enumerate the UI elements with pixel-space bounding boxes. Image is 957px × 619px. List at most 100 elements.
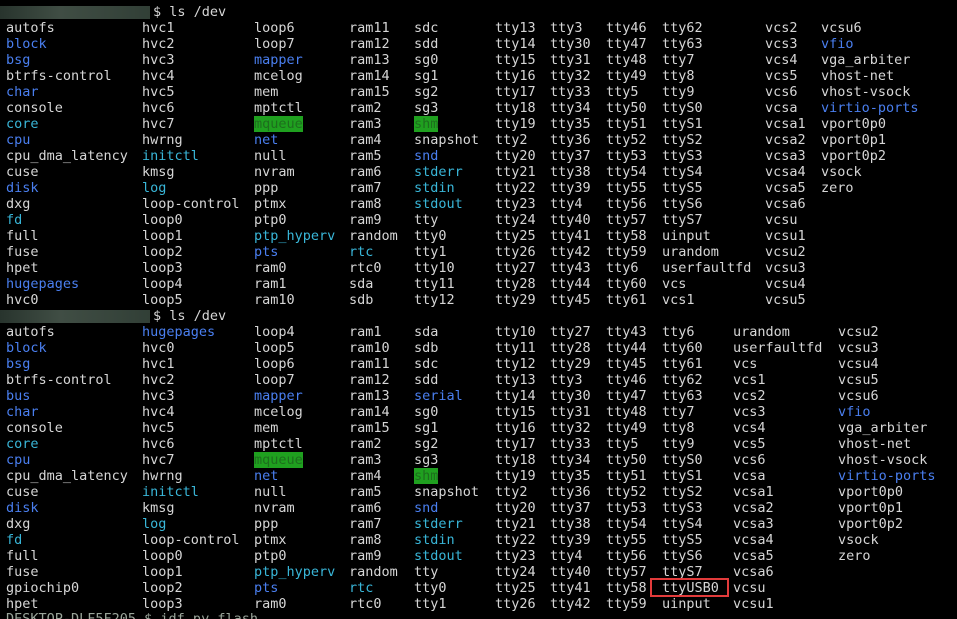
- dev-entry: dxg: [6, 196, 31, 212]
- dev-entry: rtc: [349, 580, 374, 596]
- dev-entry: ttyS3: [662, 148, 703, 164]
- dev-entry: vcsu3: [838, 340, 879, 356]
- dev-entry: tty18: [495, 100, 536, 116]
- dev-entry: tty29: [495, 292, 536, 308]
- dev-entry: tty2: [495, 132, 528, 148]
- dev-entry: serial: [414, 388, 463, 404]
- dev-entry: ram5: [349, 148, 382, 164]
- dev-entry: fd: [6, 532, 23, 548]
- dev-entry: tty56: [606, 548, 647, 564]
- dev-entry: ram9: [349, 548, 382, 564]
- dev-entry: tty51: [606, 116, 647, 132]
- dev-entry: loop3: [142, 260, 183, 276]
- dev-entry: stdout: [414, 548, 463, 564]
- dev-entry: ram10: [349, 340, 390, 356]
- dev-entry: tty15: [495, 404, 536, 420]
- dev-entry: vsock: [821, 164, 862, 180]
- dev-entry: vport0p2: [838, 516, 904, 532]
- dev-entry: ram6: [349, 500, 382, 516]
- dev-entry: ram11: [349, 356, 390, 372]
- dev-entry: log: [142, 180, 167, 196]
- dev-entry: tty17: [495, 436, 536, 452]
- dev-entry: vcsa5: [765, 180, 806, 196]
- dev-entry: tty34: [550, 100, 591, 116]
- dev-entry: vcsa5: [733, 548, 774, 564]
- prompt-command: DESKTOP-DLF5F205 $ idf.py flash: [6, 611, 258, 619]
- listing-row: cuse kmsg nvram ram6 stderr tty21 tty38 tty54 tt…: [0, 164, 957, 180]
- dev-entry: ram1: [349, 324, 382, 340]
- dev-entry: tty30: [550, 36, 591, 52]
- dev-entry: pts: [254, 580, 279, 596]
- dev-entry: nvram: [254, 164, 295, 180]
- dev-entry: vhost-vsock: [838, 452, 928, 468]
- dev-entry: loop2: [142, 244, 183, 260]
- dev-entry: tty27: [550, 324, 591, 340]
- listing-row: block hvc0 loop5 ram10 sdb tty11 tty28 tty44 tty…: [0, 340, 957, 356]
- dev-entry: btrfs-control: [6, 372, 112, 388]
- dev-entry: kmsg: [142, 164, 175, 180]
- dev-entry: tty55: [606, 532, 647, 548]
- dev-entry: tty60: [606, 276, 647, 292]
- dev-entry: tty45: [550, 292, 591, 308]
- dev-entry: tty13: [495, 372, 536, 388]
- dev-entry: ram3: [349, 452, 382, 468]
- dev-entry: cuse: [6, 164, 39, 180]
- dev-entry: loop5: [254, 340, 295, 356]
- dev-entry: ttyS1: [662, 116, 703, 132]
- dev-entry: dxg: [6, 516, 31, 532]
- dev-entry: tty47: [606, 36, 647, 52]
- dev-entry: urandom: [662, 244, 719, 260]
- dev-entry: tty47: [606, 388, 647, 404]
- dev-entry: zero: [821, 180, 854, 196]
- listing-row: dxg loop-control ptmx ram8 stdout tty23 tty4 tt…: [0, 196, 957, 212]
- dev-entry: tty22: [495, 532, 536, 548]
- dev-entry: tty0: [414, 228, 447, 244]
- dev-entry: tty44: [550, 276, 591, 292]
- dev-entry: tty3: [550, 20, 583, 36]
- dev-entry: tty48: [606, 404, 647, 420]
- dev-entry: ram11: [349, 20, 390, 36]
- listing-row: cpu hvc7 mqueue ram3 sg3 tty18 tty34 tty50 ttyS0…: [0, 452, 957, 468]
- listing-row: console hvc5 mem ram15 sg1 tty16 tty32 tty49 tty…: [0, 420, 957, 436]
- dev-entry: tty61: [662, 356, 703, 372]
- dev-entry: tty61: [606, 292, 647, 308]
- dev-entry: mapper: [254, 388, 303, 404]
- dev-entry: ram13: [349, 388, 390, 404]
- prompt-line-1: $ ls /dev: [0, 4, 957, 20]
- dev-entry: ram2: [349, 436, 382, 452]
- dev-entry: hpet: [6, 260, 39, 276]
- redacted-prompt: [0, 6, 150, 19]
- dev-entry: tty63: [662, 388, 703, 404]
- dev-entry: ram12: [349, 372, 390, 388]
- dev-entry: ttyS4: [662, 164, 703, 180]
- dev-entry: vcsu: [733, 580, 766, 596]
- dev-entry: stdout: [414, 196, 463, 212]
- dev-entry: stderr: [414, 516, 463, 532]
- dev-entry: vcsa4: [765, 164, 806, 180]
- dev-entry: vcsa3: [733, 516, 774, 532]
- dev-entry: loop6: [254, 20, 295, 36]
- dev-entry: vcsa: [765, 100, 798, 116]
- dev-entry: tty39: [550, 180, 591, 196]
- dev-entry: char: [6, 404, 39, 420]
- dev-entry: userfaultfd: [662, 260, 752, 276]
- dev-entry: ttyS1: [662, 468, 703, 484]
- dev-entry: mqueue: [254, 116, 303, 132]
- dev-entry: hvc0: [142, 340, 175, 356]
- prompt-line-3: DESKTOP-DLF5F205 $ idf.py flash: [0, 611, 957, 619]
- dev-entry: hvc3: [142, 52, 175, 68]
- dev-entry: fuse: [6, 564, 39, 580]
- dev-entry: initctl: [142, 484, 199, 500]
- dev-entry: tty26: [495, 244, 536, 260]
- dev-entry: tty13: [495, 20, 536, 36]
- dev-entry: tty60: [662, 340, 703, 356]
- dev-entry: sg0: [414, 52, 439, 68]
- dev-entry: cpu_dma_latency: [6, 148, 128, 164]
- dev-entry: initctl: [142, 148, 199, 164]
- terminal-window[interactable]: $ ls /dev autofs hvc1 loop6 ram11 sdc tty13 tt…: [0, 0, 957, 619]
- dev-entry: loop4: [142, 276, 183, 292]
- dev-entry: tty17: [495, 84, 536, 100]
- dev-entry: fuse: [6, 244, 39, 260]
- dev-entry: vcsa2: [733, 500, 774, 516]
- listing-row: char hvc5 mem ram15 sg2 tty17 tty33 tty5 tty9 vcs…: [0, 84, 957, 100]
